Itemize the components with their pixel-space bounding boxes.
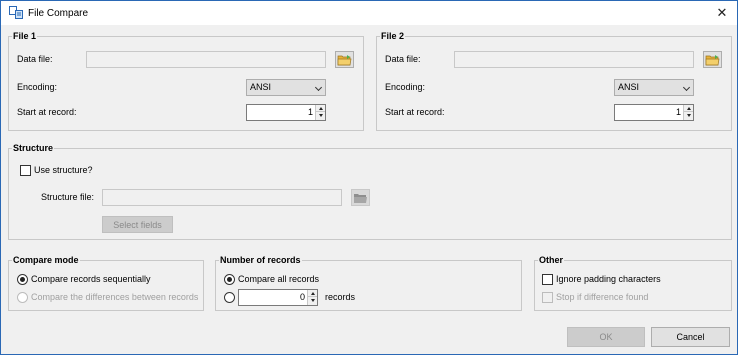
close-icon: ✕ bbox=[716, 5, 728, 20]
compare-all-records-radio[interactable] bbox=[224, 274, 235, 285]
structure-browse-button[interactable] bbox=[351, 189, 370, 206]
compare-n-records-radio[interactable] bbox=[224, 292, 235, 303]
file1-encoding-select[interactable]: ANSI bbox=[246, 79, 326, 96]
file1-data-file-label: Data file: bbox=[17, 54, 53, 64]
file2-encoding-select[interactable]: ANSI bbox=[614, 79, 694, 96]
file1-start-label: Start at record: bbox=[17, 107, 77, 117]
compare-mode-group: Compare mode bbox=[8, 255, 204, 311]
stepper-down-icon[interactable] bbox=[684, 112, 693, 119]
file2-encoding-label: Encoding: bbox=[385, 82, 426, 92]
cancel-button[interactable]: Cancel bbox=[651, 327, 730, 347]
file1-browse-button[interactable] bbox=[335, 51, 354, 68]
file2-browse-button[interactable] bbox=[703, 51, 722, 68]
title-bar: File Compare ✕ bbox=[1, 1, 737, 25]
use-structure-checkbox[interactable] bbox=[20, 165, 31, 176]
file2-start-stepper[interactable]: 1 bbox=[614, 104, 694, 121]
file2-data-file-label: Data file: bbox=[385, 54, 421, 64]
stepper-down-icon[interactable] bbox=[316, 112, 325, 119]
records-count-stepper[interactable]: 0 bbox=[238, 289, 318, 306]
compare-differences-radio[interactable] bbox=[17, 292, 28, 303]
structure-legend: Structure bbox=[12, 143, 55, 153]
stepper-down-icon[interactable] bbox=[308, 297, 317, 304]
compare-all-records-label: Compare all records bbox=[238, 274, 320, 284]
ignore-padding-label: Ignore padding characters bbox=[556, 274, 661, 284]
chevron-down-icon bbox=[682, 83, 691, 92]
compare-mode-legend: Compare mode bbox=[12, 255, 80, 265]
stepper-up-icon[interactable] bbox=[316, 105, 325, 112]
file2-data-file-input[interactable] bbox=[454, 51, 694, 68]
records-label: records bbox=[325, 292, 356, 302]
use-structure-label: Use structure? bbox=[34, 165, 93, 175]
chevron-down-icon bbox=[314, 83, 323, 92]
folder-icon bbox=[337, 54, 352, 65]
file-compare-dialog: File Compare ✕ File 1 Data file: Encodin… bbox=[0, 0, 738, 355]
other-legend: Other bbox=[538, 255, 565, 265]
stop-if-difference-checkbox[interactable] bbox=[542, 292, 553, 303]
file-compare-icon bbox=[9, 6, 23, 19]
stepper-up-icon[interactable] bbox=[308, 290, 317, 297]
compare-sequential-label: Compare records sequentially bbox=[31, 274, 151, 284]
stepper-up-icon[interactable] bbox=[684, 105, 693, 112]
file2-start-label: Start at record: bbox=[385, 107, 445, 117]
file2-legend: File 2 bbox=[380, 31, 406, 41]
file1-encoding-label: Encoding: bbox=[17, 82, 58, 92]
other-group: Other bbox=[534, 255, 732, 311]
file1-legend: File 1 bbox=[12, 31, 38, 41]
ok-button[interactable]: OK bbox=[567, 327, 645, 347]
window-title: File Compare bbox=[28, 8, 89, 19]
compare-differences-label: Compare the differences between records bbox=[31, 292, 199, 302]
compare-sequential-radio[interactable] bbox=[17, 274, 28, 285]
structure-file-input[interactable] bbox=[102, 189, 342, 206]
folder-icon bbox=[354, 193, 367, 203]
file1-data-file-input[interactable] bbox=[86, 51, 326, 68]
select-fields-button[interactable]: Select fields bbox=[102, 216, 173, 233]
number-of-records-legend: Number of records bbox=[219, 255, 302, 265]
folder-icon bbox=[705, 54, 720, 65]
file1-start-stepper[interactable]: 1 bbox=[246, 104, 326, 121]
structure-file-label: Structure file: bbox=[41, 192, 95, 202]
close-button[interactable]: ✕ bbox=[707, 1, 737, 25]
stop-if-difference-label: Stop if difference found bbox=[556, 292, 649, 302]
ignore-padding-checkbox[interactable] bbox=[542, 274, 553, 285]
